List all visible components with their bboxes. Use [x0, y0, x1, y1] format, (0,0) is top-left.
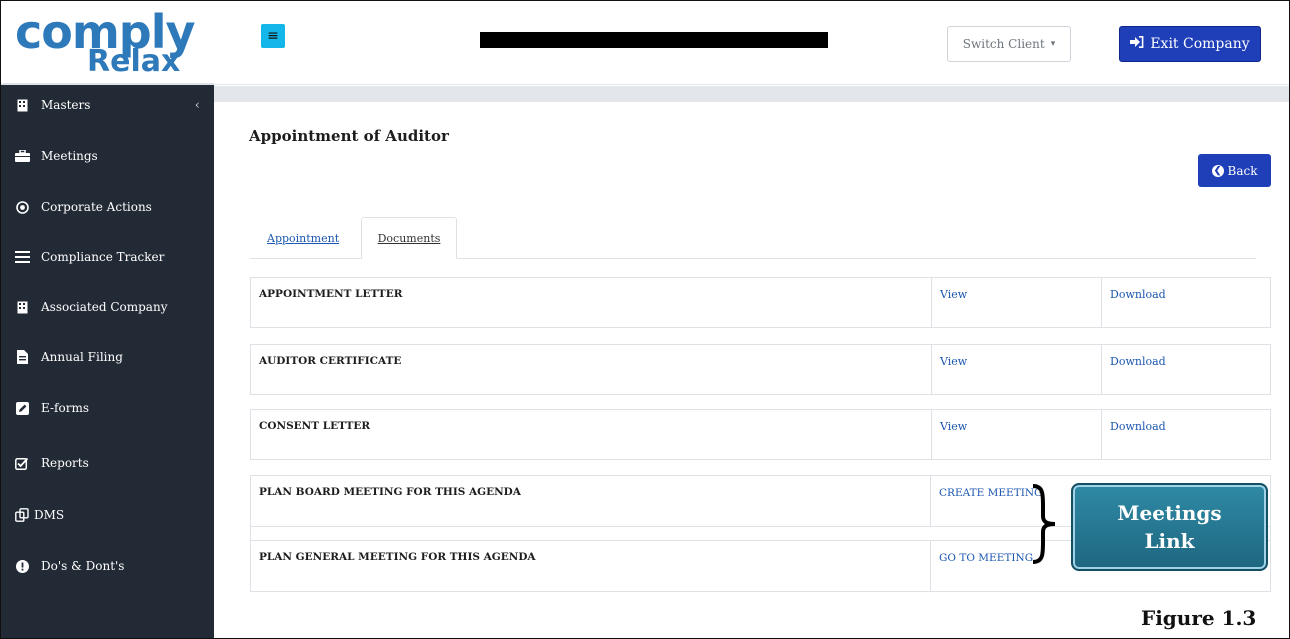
- document-name: APPOINTMENT LETTER: [259, 288, 403, 300]
- create-meeting-label: CREATE MEETING: [939, 487, 1043, 499]
- sidebar-item-label: Do's & Dont's: [41, 559, 125, 573]
- sidebar-item-label: Masters: [41, 98, 91, 112]
- sidebar-item-label: Reports: [41, 456, 89, 470]
- sidebar-item-e-forms[interactable]: E-forms: [1, 388, 214, 428]
- back-label: Back: [1227, 163, 1258, 178]
- caret-down-icon: ▾: [1050, 39, 1056, 49]
- switch-client-dropdown[interactable]: Switch Client ▾: [947, 26, 1071, 62]
- callout-line-2: Link: [1144, 529, 1195, 553]
- list-icon: [13, 251, 31, 263]
- copy-icon: [13, 508, 31, 522]
- chevron-left-icon[interactable]: ‹: [195, 98, 200, 113]
- view-link[interactable]: View: [931, 345, 1101, 394]
- exclamation-circle-icon: [13, 559, 31, 573]
- view-link[interactable]: View: [931, 410, 1101, 459]
- document-name: CONSENT LETTER: [259, 420, 371, 432]
- sidebar-item-associated-company[interactable]: Associated Company: [1, 287, 214, 327]
- sidebar-item-label: Annual Filing: [41, 350, 123, 364]
- meeting-name: PLAN GENERAL MEETING FOR THIS AGENDA: [251, 541, 931, 591]
- checkbox-icon: [13, 457, 31, 470]
- curly-brace-annotation: [1032, 484, 1056, 564]
- topbar: ≡ Switch Client ▾ Exit Company: [214, 1, 1289, 85]
- exit-company-button[interactable]: Exit Company: [1119, 26, 1261, 62]
- sidebar-item-reports[interactable]: Reports: [1, 443, 214, 483]
- meetings-link-callout: Meetings Link: [1071, 483, 1268, 571]
- tab-documents[interactable]: Documents: [361, 217, 457, 259]
- callout-line-1: Meetings: [1117, 501, 1222, 525]
- sidebar-item-label: E-forms: [41, 401, 89, 415]
- switch-client-label: Switch Client: [962, 37, 1045, 51]
- edit-square-icon: [13, 401, 31, 415]
- document-row: CONSENT LETTER View Download: [250, 409, 1271, 460]
- sidebar-item-label: Associated Company: [41, 300, 168, 314]
- meeting-name: PLAN BOARD MEETING FOR THIS AGENDA: [251, 476, 931, 526]
- document-row: AUDITOR CERTIFICATE View Download: [250, 344, 1271, 395]
- sidebar: comply Relax Masters ‹ Meetings Corporat…: [1, 1, 214, 638]
- sidebar-item-label: Compliance Tracker: [41, 250, 165, 264]
- sidebar-item-dms[interactable]: DMS: [1, 495, 214, 535]
- menu-toggle-button[interactable]: ≡: [261, 24, 285, 48]
- target-circle-icon: [13, 200, 31, 214]
- sidebar-item-meetings[interactable]: Meetings: [1, 136, 214, 176]
- sign-out-icon: [1130, 36, 1144, 52]
- download-link[interactable]: Download: [1101, 410, 1270, 459]
- sidebar-item-compliance-tracker[interactable]: Compliance Tracker: [1, 237, 214, 277]
- exit-company-label: Exit Company: [1150, 36, 1250, 52]
- download-link[interactable]: Download: [1101, 345, 1270, 394]
- document-name: AUDITOR CERTIFICATE: [259, 355, 402, 367]
- view-link[interactable]: View: [931, 278, 1101, 327]
- building-icon: [13, 99, 31, 112]
- file-text-icon: [13, 350, 31, 364]
- back-button[interactable]: ❮ Back: [1198, 154, 1271, 187]
- building-icon: [13, 301, 31, 314]
- logo[interactable]: comply Relax: [1, 1, 214, 85]
- page-title: Appointment of Auditor: [249, 127, 449, 145]
- redacted-company-name: [480, 32, 828, 48]
- go-to-meeting-label: GO TO MEETING: [939, 552, 1034, 564]
- sidebar-item-label: DMS: [34, 508, 65, 522]
- sidebar-item-corporate-actions[interactable]: Corporate Actions: [1, 187, 214, 227]
- sidebar-item-label: Meetings: [41, 149, 98, 163]
- figure-caption: Figure 1.3: [1141, 606, 1257, 630]
- content-top-band: [214, 86, 1289, 102]
- sidebar-item-annual-filing[interactable]: Annual Filing: [1, 337, 214, 377]
- briefcase-icon: [13, 150, 31, 162]
- download-link[interactable]: Download: [1101, 278, 1270, 327]
- back-arrow-icon: ❮: [1211, 164, 1224, 177]
- logo-sub-text: Relax: [87, 44, 181, 79]
- sidebar-item-dos-donts[interactable]: Do's & Dont's: [1, 546, 214, 586]
- sidebar-item-masters[interactable]: Masters ‹: [1, 85, 214, 125]
- tab-appointment[interactable]: Appointment: [267, 217, 339, 259]
- sidebar-item-label: Corporate Actions: [41, 200, 152, 214]
- document-row: APPOINTMENT LETTER View Download: [250, 277, 1271, 328]
- screenshot-frame: comply Relax Masters ‹ Meetings Corporat…: [0, 0, 1290, 639]
